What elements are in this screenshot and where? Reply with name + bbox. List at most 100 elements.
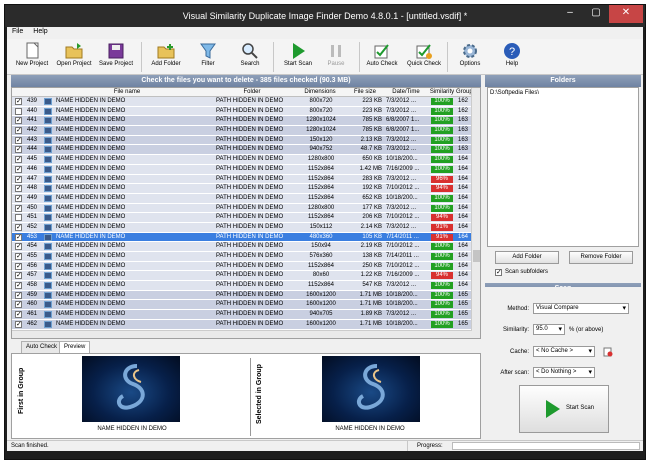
table-row[interactable]: 460 NAME HIDDEN IN DEMO PATH HIDDEN IN DEM… <box>12 300 472 311</box>
folder-item[interactable]: D:\Softpedia Files\ <box>490 90 636 96</box>
options-button[interactable]: Options <box>449 41 491 73</box>
add-folder-panel-button[interactable]: Add Folder <box>495 251 559 264</box>
row-checkbox[interactable] <box>15 204 22 212</box>
table-row[interactable]: 441 NAME HIDDEN IN DEMO PATH HIDDEN IN DEM… <box>12 116 472 127</box>
row-checkbox[interactable] <box>15 165 22 173</box>
col-file-name[interactable]: File name <box>72 89 182 95</box>
table-row[interactable]: 456 NAME HIDDEN IN DEMO PATH HIDDEN IN DEM… <box>12 261 472 272</box>
table-row[interactable]: 459 NAME HIDDEN IN DEMO PATH HIDDEN IN DEM… <box>12 290 472 301</box>
row-checkbox[interactable] <box>15 116 22 125</box>
table-row[interactable]: 450 NAME HIDDEN IN DEMO PATH HIDDEN IN DEM… <box>12 203 472 214</box>
row-checkbox[interactable] <box>15 310 22 319</box>
help-button[interactable]: ? Help <box>491 41 533 73</box>
table-row[interactable]: 447 NAME HIDDEN IN DEMO PATH HIDDEN IN DEM… <box>12 174 472 185</box>
similarity-input[interactable]: 95.0 <box>533 324 565 335</box>
table-row[interactable]: 446 NAME HIDDEN IN DEMO PATH HIDDEN IN DEM… <box>12 164 472 175</box>
table-row[interactable]: 448 NAME HIDDEN IN DEMO PATH HIDDEN IN DEM… <box>12 184 472 194</box>
filter-button[interactable]: Filter <box>187 41 229 73</box>
vertical-scrollbar[interactable] <box>471 88 480 338</box>
table-row[interactable]: 462 NAME HIDDEN IN DEMO PATH HIDDEN IN DEM… <box>12 319 472 330</box>
scroll-thumb[interactable] <box>473 250 480 262</box>
row-checkbox[interactable] <box>15 262 22 270</box>
row-checkbox[interactable] <box>15 271 22 280</box>
start-scan-button[interactable]: Start Scan <box>519 385 609 433</box>
row-folder: PATH HIDDEN IN DEMO <box>216 311 284 318</box>
table-row[interactable]: 461 NAME HIDDEN IN DEMO PATH HIDDEN IN DEM… <box>12 310 472 320</box>
table-row[interactable]: 457 NAME HIDDEN IN DEMO PATH HIDDEN IN DEM… <box>12 271 472 282</box>
table-row[interactable]: 455 NAME HIDDEN IN DEMO PATH HIDDEN IN DEM… <box>12 252 472 262</box>
table-row[interactable]: 440 NAME HIDDEN IN DEMO PATH HIDDEN IN DEM… <box>12 106 472 117</box>
auto-check-button[interactable]: Auto Check <box>361 41 403 73</box>
tab-auto-check[interactable]: Auto Check <box>21 341 63 353</box>
col-dimensions[interactable]: Dimensions <box>294 89 346 95</box>
remove-folder-button[interactable]: Remove Folder <box>569 251 633 264</box>
table-row[interactable]: 439 NAME HIDDEN IN DEMO PATH HIDDEN IN DEM… <box>12 97 472 107</box>
menu-file[interactable]: File <box>7 27 28 36</box>
row-checkbox[interactable] <box>15 214 22 222</box>
row-number: 459 <box>27 291 38 298</box>
clear-cache-icon[interactable] <box>603 347 613 357</box>
table-row[interactable]: 442 NAME HIDDEN IN DEMO PATH HIDDEN IN DEM… <box>12 126 472 136</box>
scan-subfolders-checkbox[interactable] <box>495 268 502 276</box>
row-file-size: 138 KB <box>362 253 382 259</box>
horizontal-scrollbar[interactable] <box>12 330 472 338</box>
row-checkbox[interactable] <box>15 300 22 309</box>
add-folder-button[interactable]: Add Folder <box>145 41 187 73</box>
row-checkbox[interactable] <box>15 194 22 202</box>
row-checkbox[interactable] <box>15 107 22 115</box>
results-grid[interactable]: File name Folder Dimensions File size Da… <box>11 87 481 339</box>
row-checkbox[interactable] <box>15 145 22 154</box>
row-checkbox[interactable] <box>15 97 22 105</box>
row-checkbox[interactable] <box>15 175 22 183</box>
row-group: 164 <box>458 233 469 240</box>
start-scan-toolbar-button[interactable]: Start Scan <box>277 41 319 73</box>
row-checkbox[interactable] <box>15 252 22 260</box>
table-row[interactable]: 458 NAME HIDDEN IN DEMO PATH HIDDEN IN DEM… <box>12 281 472 291</box>
col-folder[interactable]: Folder <box>212 89 292 95</box>
row-file-name: NAME HIDDEN IN DEMO <box>56 320 126 327</box>
row-similarity: 100% <box>431 146 453 154</box>
row-checkbox[interactable] <box>15 155 22 164</box>
table-row[interactable]: 454 NAME HIDDEN IN DEMO PATH HIDDEN IN DEM… <box>12 242 472 252</box>
maximize-button[interactable]: ▢ <box>583 5 609 23</box>
row-checkbox[interactable] <box>15 233 22 241</box>
col-file-size[interactable]: File size <box>346 89 384 95</box>
open-project-button[interactable]: Open Project <box>53 41 95 73</box>
table-row[interactable]: 443 NAME HIDDEN IN DEMO PATH HIDDEN IN DEM… <box>12 135 472 146</box>
quick-check-button[interactable]: Quick Check <box>403 41 445 73</box>
col-similarity[interactable]: Similarity <box>427 89 457 95</box>
new-project-button[interactable]: New Project <box>11 41 53 73</box>
cache-select[interactable]: < No Cache > <box>533 346 595 357</box>
row-dimensions: 1600x1200 <box>306 320 336 327</box>
tab-preview[interactable]: Preview <box>59 341 91 353</box>
row-checkbox[interactable] <box>15 184 22 193</box>
table-row[interactable]: 453 NAME HIDDEN IN DEMO PATH HIDDEN IN DEM… <box>12 232 472 243</box>
minimize-button[interactable]: – <box>557 5 583 23</box>
row-number: 451 <box>27 214 38 221</box>
row-checkbox[interactable] <box>15 242 22 251</box>
method-select[interactable]: Visual Compare <box>533 303 629 314</box>
row-checkbox[interactable] <box>15 291 22 299</box>
menu-help[interactable]: Help <box>28 27 52 36</box>
save-project-button[interactable]: Save Project <box>95 41 137 73</box>
close-button[interactable]: ✕ <box>609 5 643 23</box>
pause-button[interactable]: Pause <box>315 41 357 73</box>
col-group[interactable]: Group <box>456 89 473 95</box>
row-checkbox[interactable] <box>15 223 22 231</box>
table-row[interactable]: 444 NAME HIDDEN IN DEMO PATH HIDDEN IN DEM… <box>12 145 472 156</box>
after-scan-select[interactable]: < Do Nothing > <box>533 367 595 378</box>
search-button[interactable]: Search <box>229 41 271 73</box>
row-checkbox[interactable] <box>15 320 22 328</box>
table-row[interactable]: 445 NAME HIDDEN IN DEMO PATH HIDDEN IN DEM… <box>12 155 472 165</box>
row-checkbox[interactable] <box>15 136 22 144</box>
row-checkbox[interactable] <box>15 126 22 135</box>
col-datetime[interactable]: Date/Time <box>385 89 427 95</box>
scan-subfolders-row[interactable]: Scan subfolders <box>495 268 615 278</box>
row-dimensions: 1280x1024 <box>306 127 336 134</box>
row-similarity: 100% <box>431 282 453 290</box>
table-row[interactable]: 449 NAME HIDDEN IN DEMO PATH HIDDEN IN DEM… <box>12 193 472 204</box>
table-row[interactable]: 452 NAME HIDDEN IN DEMO PATH HIDDEN IN DEM… <box>12 222 472 233</box>
table-row[interactable]: 451 NAME HIDDEN IN DEMO PATH HIDDEN IN DEM… <box>12 213 472 223</box>
row-checkbox[interactable] <box>15 281 22 290</box>
folder-list[interactable]: D:\Softpedia Files\ <box>487 87 639 247</box>
